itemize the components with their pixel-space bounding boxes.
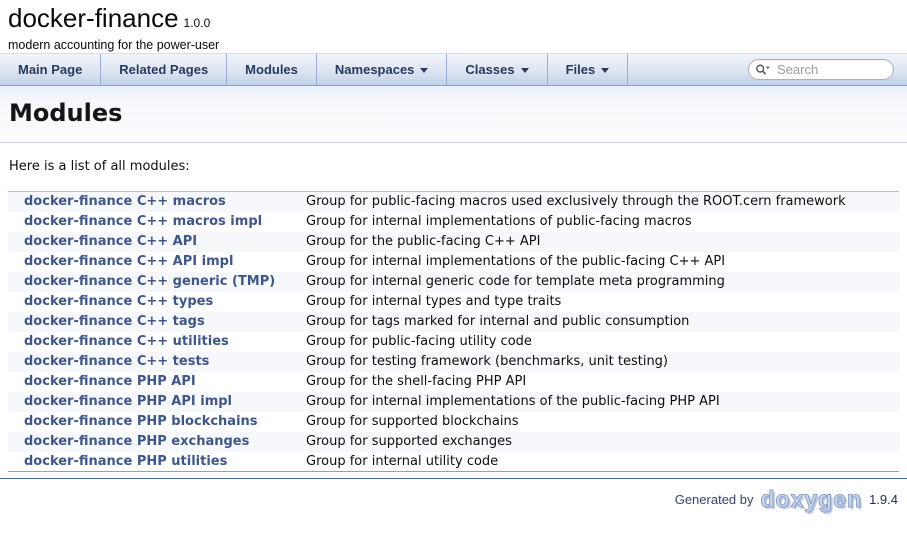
table-row: docker-finance PHP utilities Group for in… [8, 452, 899, 472]
module-link[interactable]: docker-finance PHP utilities [24, 454, 227, 469]
module-description: Group for internal utility code [304, 452, 899, 472]
table-row: docker-finance C++ generic (TMP) Group fo… [8, 272, 899, 292]
module-description: Group for testing framework (benchmarks,… [304, 352, 899, 372]
module-link[interactable]: docker-finance C++ API [24, 234, 197, 249]
table-row: docker-finance PHP exchanges Group for su… [8, 432, 899, 452]
search-icon[interactable] [755, 63, 771, 77]
module-link[interactable]: docker-finance C++ macros impl [24, 214, 262, 229]
project-title-row: docker-finance 1.0.0 [8, 3, 907, 38]
module-link[interactable]: docker-finance C++ tests [24, 354, 209, 369]
nav-tabs: Main Page Related Pages Modules Namespaces C… [0, 54, 628, 85]
project-brief: modern accounting for the power-user [8, 38, 907, 53]
module-description: Group for the shell-facing PHP API [304, 372, 899, 392]
table-row: docker-finance C++ tests Group for testin… [8, 352, 899, 372]
table-row: docker-finance PHP API Group for the shel… [8, 372, 899, 392]
page-title: Modules [0, 86, 907, 127]
contents: Here is a list of all modules: docker-fi… [8, 159, 899, 472]
tab-classes[interactable]: Classes [447, 54, 547, 85]
footer: Generated by doxygen 1.9.4 [0, 479, 907, 510]
tab-label: Modules [245, 62, 298, 77]
search-input[interactable] [775, 61, 885, 78]
modules-table-body: docker-finance C++ macros Group for publi… [8, 192, 899, 472]
project-version: 1.0.0 [184, 16, 211, 30]
tab-label: Related Pages [119, 62, 208, 77]
module-description: Group for internal generic code for temp… [304, 272, 899, 292]
tab-modules[interactable]: Modules [227, 54, 317, 85]
module-description: Group for internal types and type traits [304, 292, 899, 312]
module-link[interactable]: docker-finance C++ types [24, 294, 213, 309]
table-row: docker-finance PHP blockchains Group for … [8, 412, 899, 432]
tab-files[interactable]: Files [548, 54, 629, 85]
module-description: Group for internal implementations of th… [304, 252, 899, 272]
module-link[interactable]: docker-finance C++ macros [24, 194, 226, 209]
page-header: Modules [0, 86, 907, 143]
module-description: Group for tags marked for internal and p… [304, 312, 899, 332]
table-row: docker-finance PHP API impl Group for int… [8, 392, 899, 412]
tab-label: Namespaces [335, 62, 415, 77]
table-row: docker-finance C++ utilities Group for pu… [8, 332, 899, 352]
masthead: docker-finance 1.0.0 modern accounting fo… [0, 0, 907, 53]
main-navbar: Main Page Related Pages Modules Namespaces C… [0, 53, 907, 86]
module-link[interactable]: docker-finance C++ generic (TMP) [24, 274, 275, 289]
generator-version: 1.9.4 [869, 492, 898, 507]
module-link[interactable]: docker-finance PHP API [24, 374, 196, 389]
table-row: docker-finance C++ types Group for intern… [8, 292, 899, 312]
chevron-down-icon [766, 66, 770, 69]
chevron-down-icon [521, 68, 529, 73]
module-description: Group for public-facing macros used excl… [304, 192, 899, 212]
tab-related-pages[interactable]: Related Pages [101, 54, 227, 85]
module-link[interactable]: docker-finance C++ tags [24, 314, 205, 329]
module-description: Group for supported blockchains [304, 412, 899, 432]
project-name: docker-finance [8, 3, 179, 33]
module-link[interactable]: docker-finance PHP API impl [24, 394, 232, 409]
module-description: Group for internal implementations of th… [304, 392, 899, 412]
module-description: Group for the public-facing C++ API [304, 232, 899, 252]
table-row: docker-finance C++ macros impl Group for … [8, 212, 899, 232]
generated-by-label: Generated by [675, 492, 754, 507]
tab-label: Main Page [18, 62, 82, 77]
search-box[interactable] [748, 59, 894, 80]
table-row: docker-finance C++ macros Group for publi… [8, 192, 899, 212]
table-row: docker-finance C++ API Group for the publ… [8, 232, 899, 252]
chevron-down-icon [420, 68, 428, 73]
module-description: Group for internal implementations of pu… [304, 212, 899, 232]
chevron-down-icon [601, 68, 609, 73]
tab-label: Files [566, 62, 596, 77]
tab-main-page[interactable]: Main Page [0, 54, 101, 85]
tab-namespaces[interactable]: Namespaces [317, 54, 448, 85]
table-row: docker-finance C++ tags Group for tags ma… [8, 312, 899, 332]
module-link[interactable]: docker-finance C++ utilities [24, 334, 229, 349]
doxygen-logo[interactable]: doxygen [761, 488, 863, 510]
module-description: Group for supported exchanges [304, 432, 899, 452]
modules-table: docker-finance C++ macros Group for publi… [8, 191, 899, 472]
module-description: Group for public-facing utility code [304, 332, 899, 352]
module-link[interactable]: docker-finance PHP exchanges [24, 434, 249, 449]
table-row: docker-finance C++ API impl Group for int… [8, 252, 899, 272]
module-link[interactable]: docker-finance C++ API impl [24, 254, 233, 269]
intro-text: Here is a list of all modules: [9, 159, 899, 175]
tab-label: Classes [465, 62, 514, 77]
module-link[interactable]: docker-finance PHP blockchains [24, 414, 258, 429]
